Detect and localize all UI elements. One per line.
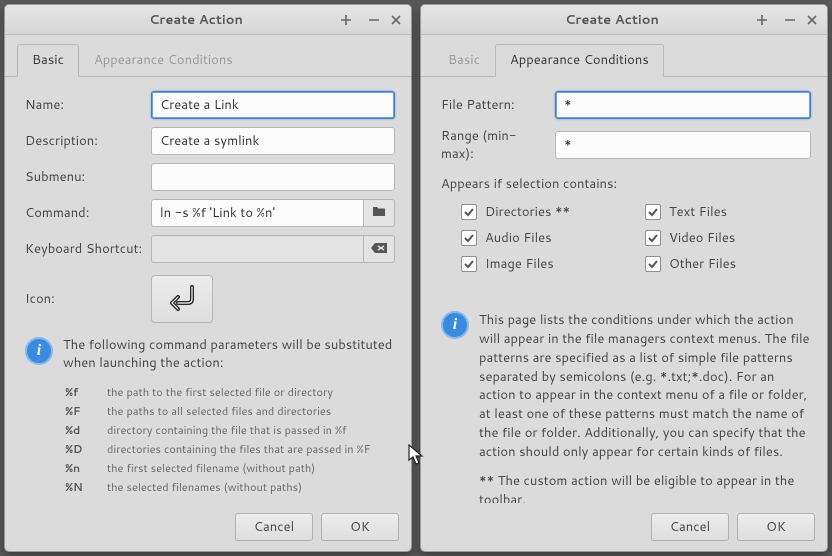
create-action-window-basic: Create Action Basic Appearance Condition… [4, 4, 412, 552]
create-action-window-appearance: Create Action Basic Appearance Condition… [420, 4, 828, 552]
folder-icon [372, 204, 386, 222]
tab-appearance-conditions[interactable]: Appearance Conditions [495, 44, 664, 77]
clear-icon [371, 240, 387, 258]
range-input[interactable] [555, 131, 811, 159]
check-video-files[interactable]: Video Files [645, 229, 811, 247]
section-head: Appears if selection contains: [441, 175, 811, 193]
check-label: Other Files [669, 255, 736, 273]
ok-button[interactable]: OK [737, 513, 815, 541]
titlebar[interactable]: Create Action [421, 5, 827, 35]
info-icon: i [441, 311, 469, 339]
content-area: Name: Description: Submenu: Command: Ke [5, 77, 411, 503]
browse-command-button[interactable] [363, 199, 395, 227]
tab-bar: Basic Appearance Conditions [5, 35, 411, 77]
description-input[interactable] [151, 127, 395, 155]
tab-bar: Basic Appearance Conditions [421, 35, 827, 77]
tab-appearance-conditions[interactable]: Appearance Conditions [79, 44, 248, 77]
command-input[interactable] [151, 199, 363, 227]
cancel-button[interactable]: Cancel [235, 513, 313, 541]
row-command: Command: [25, 199, 395, 227]
maximize-icon[interactable] [753, 11, 771, 29]
row-shortcut: Keyboard Shortcut: [25, 235, 395, 263]
window-title: Create Action [59, 11, 333, 29]
row-icon: Icon: [25, 275, 395, 323]
info-icon: i [25, 337, 53, 365]
check-text-files[interactable]: Text Files [645, 203, 811, 221]
check-label: Video Files [669, 229, 735, 247]
check-image-files[interactable]: Image Files [461, 255, 627, 273]
row-file-pattern: File Pattern: [441, 91, 811, 119]
maximize-icon[interactable] [337, 11, 355, 29]
check-icon [461, 230, 477, 246]
tab-basic[interactable]: Basic [17, 44, 79, 77]
check-label: Image Files [485, 255, 554, 273]
info-row: i This page lists the conditions under w… [441, 311, 811, 503]
submenu-input[interactable] [151, 163, 395, 191]
param-table: %fthe path to the first selected file or… [65, 384, 395, 495]
titlebar[interactable]: Create Action [5, 5, 411, 35]
shortcut-input[interactable] [151, 235, 363, 263]
check-other-files[interactable]: Other Files [645, 255, 811, 273]
action-bar: Cancel OK [5, 503, 411, 551]
range-label: Range (min-max): [441, 127, 549, 163]
close-icon[interactable] [387, 11, 405, 29]
icon-picker-button[interactable] [151, 275, 213, 323]
command-label: Command: [25, 204, 145, 222]
action-bar: Cancel OK [421, 503, 827, 551]
clear-shortcut-button[interactable] [363, 235, 395, 263]
check-icon [645, 256, 661, 272]
check-icon [461, 204, 477, 220]
check-label: Audio Files [485, 229, 552, 247]
pattern-input[interactable] [555, 91, 811, 119]
check-directories[interactable]: Directories ** [461, 203, 627, 221]
row-range: Range (min-max): [441, 127, 811, 163]
row-name: Name: [25, 91, 395, 119]
check-label: Text Files [669, 203, 727, 221]
check-audio-files[interactable]: Audio Files [461, 229, 627, 247]
info-text: The following command parameters will be… [63, 337, 395, 372]
content-area: File Pattern: Range (min-max): Appears i… [421, 77, 827, 503]
check-icon [645, 204, 661, 220]
name-label: Name: [25, 96, 145, 114]
desc-paragraph-2: ** The custom action will be eligible to… [479, 472, 811, 503]
window-title: Create Action [475, 11, 749, 29]
close-icon[interactable] [803, 11, 821, 29]
submenu-label: Submenu: [25, 168, 145, 186]
description-block: This page lists the conditions under whi… [479, 311, 811, 503]
name-input[interactable] [151, 91, 395, 119]
minimize-icon[interactable] [781, 11, 799, 29]
row-description: Description: [25, 127, 395, 155]
icon-label: Icon: [25, 290, 145, 308]
check-grid: Directories ** Text Files Audio Files Vi… [461, 203, 811, 273]
minimize-icon[interactable] [365, 11, 383, 29]
row-submenu: Submenu: [25, 163, 395, 191]
ok-button[interactable]: OK [321, 513, 399, 541]
cancel-button[interactable]: Cancel [651, 513, 729, 541]
check-icon [461, 256, 477, 272]
tab-basic[interactable]: Basic [433, 44, 495, 77]
shortcut-label: Keyboard Shortcut: [25, 240, 145, 258]
enter-arrow-icon [166, 283, 198, 316]
check-icon [645, 230, 661, 246]
description-label: Description: [25, 132, 145, 150]
desc-paragraph-1: This page lists the conditions under whi… [479, 311, 811, 462]
check-label: Directories ** [485, 203, 570, 221]
info-row: i The following command parameters will … [25, 337, 395, 372]
pattern-label: File Pattern: [441, 96, 549, 114]
